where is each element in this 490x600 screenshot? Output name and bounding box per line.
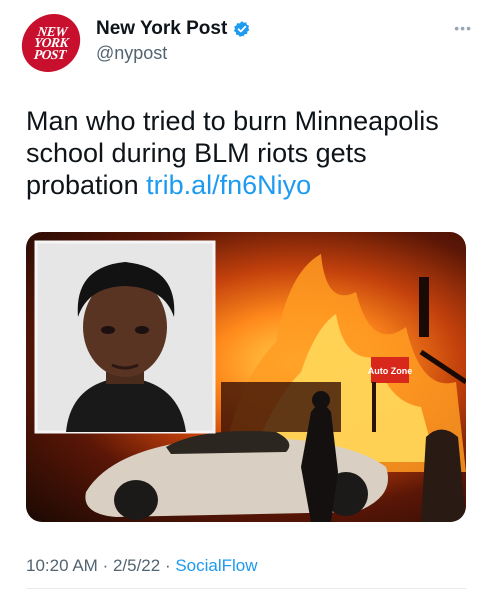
media-illustration: Auto Zone (34, 240, 466, 522)
mugshot-eye-left (101, 326, 115, 334)
divider (26, 588, 466, 589)
more-dots-icon[interactable]: ••• (454, 20, 472, 36)
verified-badge-icon (234, 21, 250, 37)
tweet-text: Man who tried to burn Minneapolis school… (26, 105, 466, 201)
author-name-row: New York Post (96, 18, 251, 40)
tweet-link[interactable]: trib.al/fn6Niyo (146, 170, 311, 200)
traffic-light (419, 277, 429, 337)
tweet-meta: 10:20 AM · 2/5/22 · SocialFlow (26, 556, 258, 576)
tweet-time[interactable]: 10:20 AM (26, 556, 98, 575)
author-handle[interactable]: @nypost (96, 43, 167, 64)
mugshot-eye-right (135, 326, 149, 334)
meta-separator-2: · (164, 556, 176, 575)
avatar[interactable]: NEW YORK POST (18, 14, 84, 72)
tweet-date[interactable]: 2/5/22 (113, 556, 160, 575)
tweet-media[interactable]: Auto Zone (26, 232, 466, 522)
avatar-line-3: POST (33, 46, 67, 62)
sign-pole (372, 382, 376, 432)
author-name[interactable]: New York Post (96, 18, 227, 40)
store-sign-text: Auto Zone (368, 366, 413, 376)
car-window (166, 431, 290, 454)
car-wheel-front (114, 480, 158, 520)
tweet-source[interactable]: SocialFlow (175, 556, 257, 575)
meta-separator: · (102, 556, 113, 575)
person-head (312, 391, 330, 409)
